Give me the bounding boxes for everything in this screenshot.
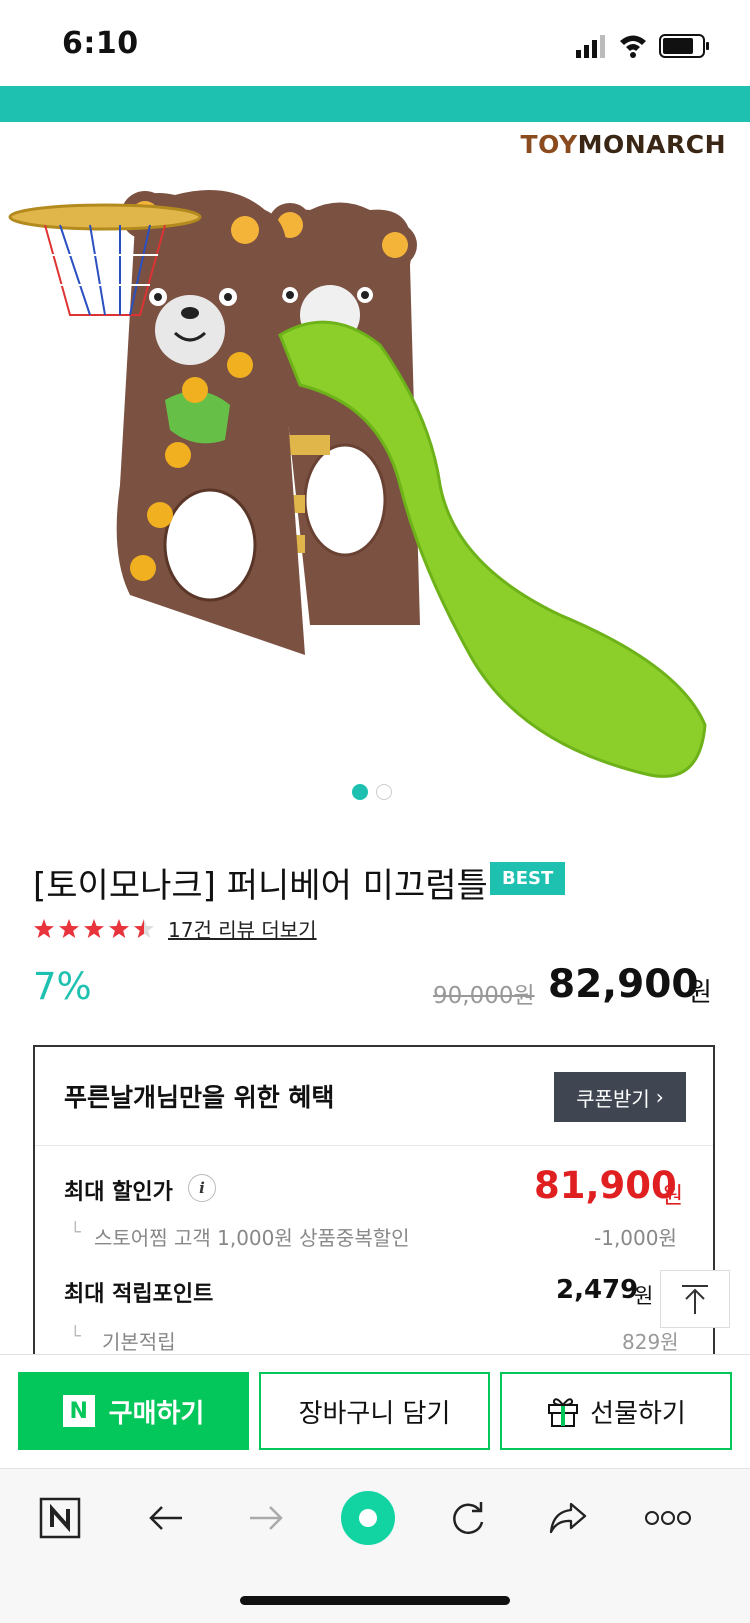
basketball-hoop	[8, 203, 202, 231]
naver-n-icon	[39, 1497, 81, 1539]
max-points-currency: 원	[634, 1284, 654, 1308]
carousel-dot-active[interactable]	[352, 784, 368, 800]
gift-icon	[548, 1398, 579, 1427]
star-icon	[109, 919, 129, 938]
sub-item-corner-icon: └	[70, 1222, 81, 1243]
more-icon	[645, 1511, 691, 1525]
naver-pay-n-icon: N	[62, 1395, 95, 1427]
share-icon	[549, 1502, 587, 1534]
best-badge: BEST	[490, 862, 566, 895]
product-image[interactable]	[0, 185, 750, 805]
scroll-top-icon	[682, 1285, 708, 1314]
header-bar	[0, 86, 750, 122]
carousel-dot[interactable]	[376, 784, 392, 800]
info-icon[interactable]: i	[188, 1174, 216, 1202]
wifi-icon	[620, 35, 646, 58]
add-to-cart-button[interactable]: 장바구니 담기	[259, 1372, 490, 1450]
scroll-to-top-button[interactable]	[660, 1270, 730, 1328]
battery-icon	[659, 34, 709, 58]
divider	[35, 1145, 713, 1146]
buy-button-label: 구매하기	[108, 1398, 205, 1429]
benefit-title: 푸른날개님만을 위한 혜택	[64, 1083, 335, 1112]
max-discount-label: 최대 할인가	[64, 1180, 173, 1205]
coupon-button-label: 쿠폰받기	[576, 1086, 650, 1111]
more-button[interactable]	[640, 1490, 696, 1546]
green-dot-icon	[341, 1491, 395, 1545]
store-zzim-label: 스토어찜 고객 1,000원 상품중복할인	[94, 1226, 410, 1250]
refresh-icon	[453, 1502, 484, 1535]
max-points-label: 최대 적립포인트	[64, 1282, 214, 1307]
back-button[interactable]	[138, 1490, 194, 1546]
review-link[interactable]: 17건 리뷰 더보기	[168, 914, 317, 943]
carousel-indicator[interactable]	[352, 784, 402, 802]
basic-points-label: 기본적립	[102, 1330, 176, 1354]
store-zzim-value: -1,000원	[594, 1226, 677, 1250]
naver-home-button[interactable]	[32, 1490, 88, 1546]
refresh-button[interactable]	[440, 1490, 496, 1546]
status-time: 6:10	[62, 26, 139, 61]
rating-stars	[34, 919, 154, 938]
sale-price: 82,900	[548, 962, 699, 1007]
green-dot-button[interactable]	[340, 1490, 396, 1546]
sale-price-currency: 원	[688, 978, 712, 1008]
buy-button[interactable]: N 구매하기	[18, 1372, 249, 1450]
original-price: 90,000원	[433, 983, 535, 1009]
max-discount-value: 81,900	[534, 1164, 677, 1207]
gift-button-label: 선물하기	[590, 1398, 686, 1429]
chevron-right-icon: ›	[655, 1085, 664, 1109]
status-icons	[576, 34, 709, 58]
home-indicator[interactable]	[240, 1596, 510, 1605]
signal-icon	[576, 35, 605, 58]
coupon-button[interactable]: 쿠폰받기 ›	[554, 1072, 686, 1122]
max-points-value: 2,479	[556, 1275, 639, 1305]
brand-logo: TOYMONARCH	[520, 130, 726, 159]
share-button[interactable]	[540, 1490, 596, 1546]
sub-item-corner-icon: └	[70, 1326, 81, 1347]
cart-button-label: 장바구니 담기	[298, 1398, 451, 1429]
max-discount-currency: 원	[662, 1183, 684, 1209]
product-title: [토이모나크] 퍼니베어 미끄럼틀	[33, 866, 488, 906]
basic-points-value: 829원	[622, 1330, 679, 1354]
back-arrow-icon	[149, 1506, 182, 1530]
forward-arrow-icon	[250, 1506, 283, 1530]
discount-rate: 7%	[33, 965, 92, 1008]
star-icon	[84, 919, 104, 938]
forward-button[interactable]	[238, 1490, 294, 1546]
star-icon	[34, 919, 54, 938]
gift-button[interactable]: 선물하기	[500, 1372, 732, 1450]
star-icon	[59, 919, 79, 938]
